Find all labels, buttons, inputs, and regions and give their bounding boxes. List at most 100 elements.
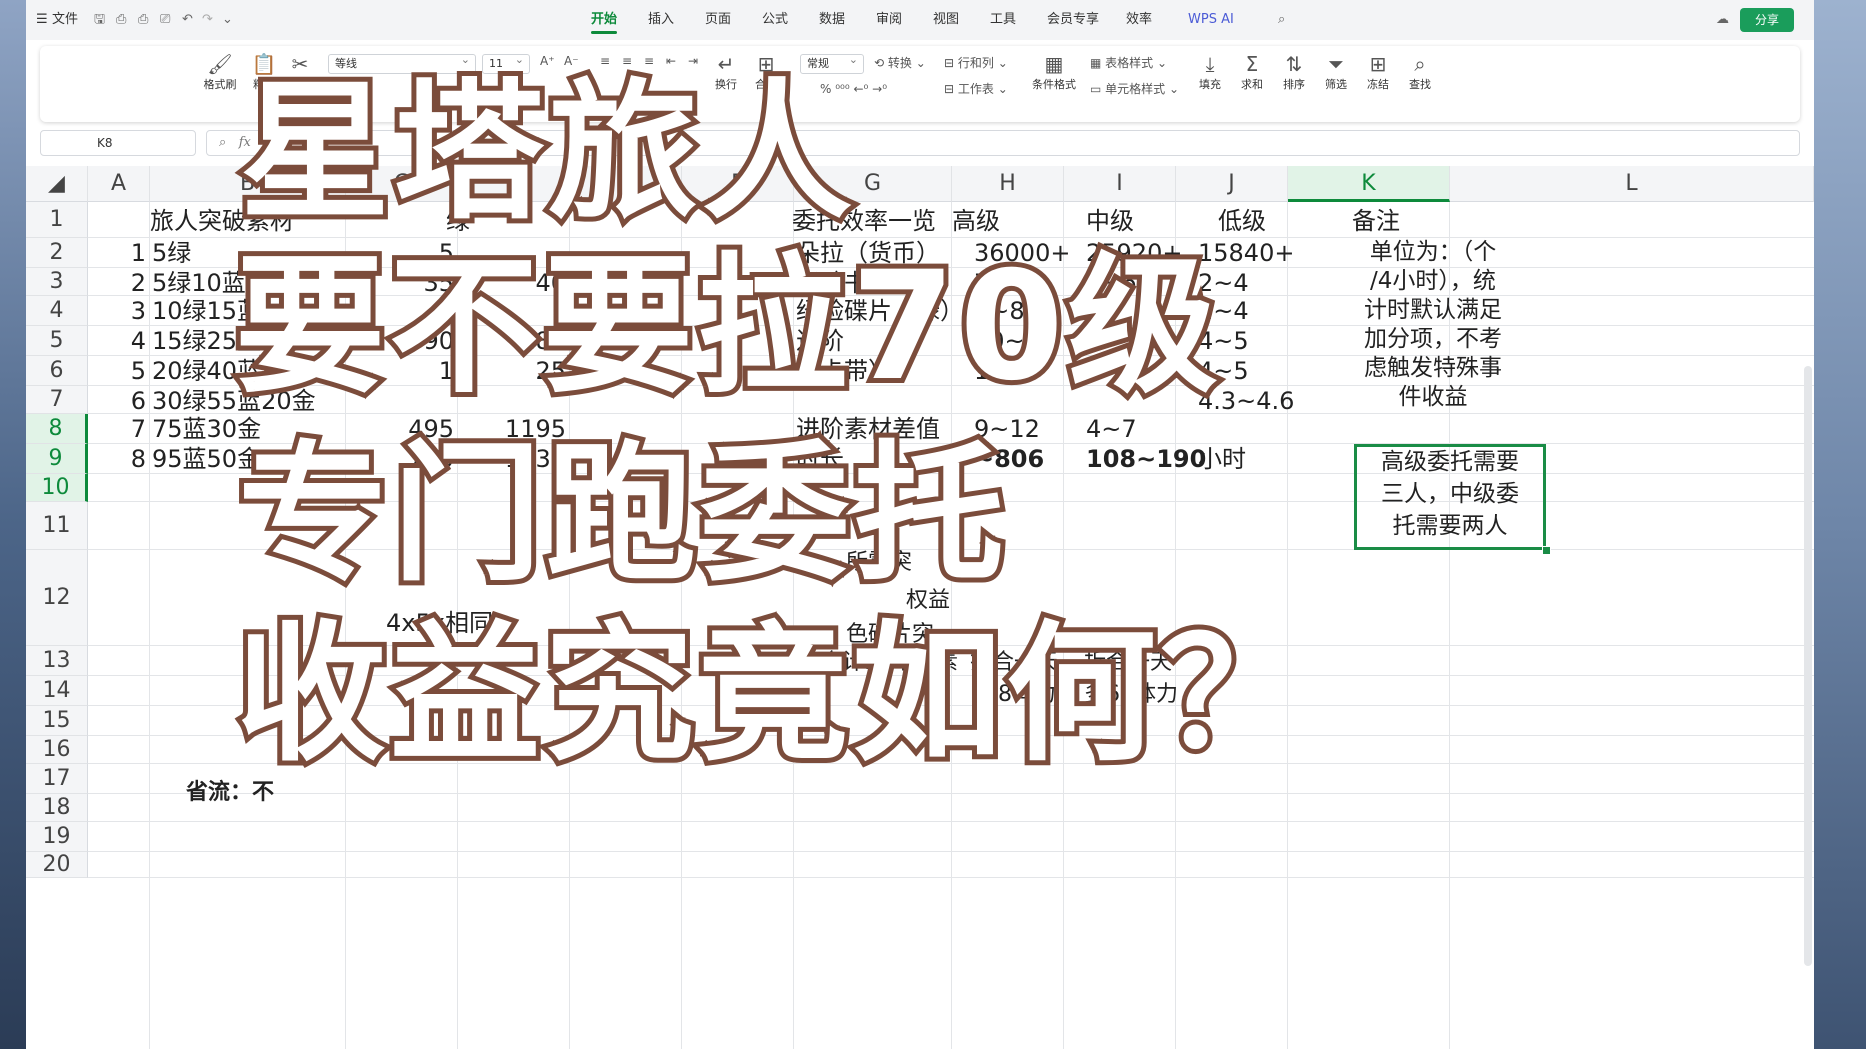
cell-j1[interactable]: 低级 [1218,204,1266,238]
font-grow-icon[interactable]: A⁺ [540,54,555,68]
undo-icon[interactable]: ↶ [182,0,193,40]
cell-b1[interactable]: 旅人突破素材 [150,204,294,238]
cell-d3[interactable]: 40 [458,266,566,300]
cell-b8[interactable]: 75蓝30金 [152,412,261,446]
row-header-14[interactable]: 14 [26,676,88,706]
print-icon[interactable]: ⎙ [138,0,148,40]
cell-a8[interactable]: 7 [88,412,146,446]
cell-d5[interactable]: 185 [458,324,566,358]
cell-j9[interactable]: 小时 [1198,442,1246,476]
cell-i12b[interactable]: 多60体力 [1084,678,1178,712]
wrap-button[interactable]: ↵ 换行 [708,52,744,92]
cell-i3[interactable]: 4~6 [1086,266,1137,300]
tab-formula[interactable]: 公式 [762,0,788,40]
cell-i8[interactable]: 4~7 [1086,412,1137,446]
cell-b13[interactable]: 省流：不 [186,776,274,810]
cell-k1[interactable]: 备注 [1352,204,1400,238]
col-header-k[interactable]: K [1288,166,1450,202]
cell-h4[interactable]: 7~8 [974,294,1025,328]
row-header-18[interactable]: 18 [26,794,88,822]
sheet-grid[interactable]: ◢ ABCDEFGHIJKL 1 2 3 4 5 6 7 8 9 10 11 12 13 14 15 16 17… [26,166,1814,1049]
row-header-9[interactable]: 9 [26,444,88,474]
cell-g12d[interactable]: 破合计32个绿素 [798,646,958,680]
cut-button[interactable]: ✂ [288,52,312,76]
cell-c8[interactable]: 495 [346,412,454,446]
tab-tools[interactable]: 工具 [990,0,1016,40]
menu-file[interactable]: 文件 [52,0,78,40]
convert-button[interactable]: ⟲ 转换 ⌄ [874,54,926,71]
cell-d9[interactable]: 1930 [458,442,566,476]
cell-j7[interactable]: 4.3~4.6 [1198,384,1294,418]
cell-c9[interactable]: 735 [346,442,454,476]
tab-wps-ai[interactable]: WPS AI [1188,0,1234,40]
cell-j6[interactable]: 4~5 [1198,354,1249,388]
cell-g6[interactable]: （卡带） [796,354,892,388]
cell-g9[interactable]: 时长 [796,442,844,476]
merge-button[interactable]: ⊞ 合并 [746,52,786,92]
cell-g8[interactable]: 进阶素材差值 [796,412,940,446]
col-header-g[interactable]: G [794,166,952,202]
row-header-15[interactable]: 15 [26,706,88,736]
col-header-i[interactable]: I [1064,166,1176,202]
col-header-b[interactable]: B [150,166,346,202]
cond-format-button[interactable]: ▦ 条件格式 [1026,52,1082,92]
font-size-select[interactable]: 11 [482,51,530,74]
cell-i2[interactable]: 25920+ [1086,236,1182,270]
cell-style-button[interactable]: ▭ 单元格样式 ⌄ [1090,80,1179,97]
cell-b4[interactable]: 10绿15蓝 [152,294,261,328]
formula-input[interactable]: ⌕ fx 高 [206,130,1800,156]
percent-icon[interactable]: % ⁰⁰⁰ ←⁰ →⁰ [820,82,887,96]
col-header-h[interactable]: H [952,166,1064,202]
cell-d8[interactable]: 1195 [458,412,566,446]
cell-j2[interactable]: 15840+ [1198,236,1294,270]
sum-button[interactable]: Σ 求和 [1234,52,1270,92]
tab-page[interactable]: 页面 [705,0,731,40]
cell-b2[interactable]: 5绿 [152,236,191,270]
cell-h6[interactable]: 12~ [974,354,1025,388]
row-header-17[interactable]: 17 [26,764,88,794]
zoom-icon[interactable]: ⌕ [219,135,226,150]
cell-i9[interactable]: 108~190 [1086,442,1206,476]
cell-j5[interactable]: 4~5 [1198,324,1249,358]
tab-view[interactable]: 视图 [933,0,959,40]
paste-button[interactable]: 📋 粘贴 [246,52,282,92]
cell-a9[interactable]: 8 [88,442,146,476]
vertical-scrollbar[interactable] [1804,366,1812,966]
cell-b6[interactable]: 20绿40蓝 [152,354,261,388]
cell-k8-note[interactable]: 高级委托需要 三人，中级委 托需要两人 [1360,446,1540,542]
cell-g5[interactable]: 进阶 [796,324,844,358]
cell-h1[interactable]: 高级 [952,204,1000,238]
row-header-13[interactable]: 13 [26,646,88,676]
row-header-2[interactable]: 2 [26,238,88,268]
save-icon[interactable]: 🖫 [94,0,105,40]
row-header-11[interactable]: 11 [26,502,88,550]
cell-c6[interactable]: 1 [346,354,454,388]
tab-efficiency[interactable]: 效率 [1126,0,1152,40]
indent-increase-icon[interactable]: ⇥ [688,54,698,68]
row-header-3[interactable]: 3 [26,268,88,296]
col-header-l[interactable]: L [1450,166,1814,202]
tab-review[interactable]: 审阅 [876,0,902,40]
hamburger-icon[interactable]: ☰ [36,0,48,40]
cell-g4[interactable]: 经验碟片（绿） [796,294,964,328]
cell-g2[interactable]: 朵拉（货币） [796,236,940,270]
redo-icon[interactable]: ↷ [202,0,213,40]
align-bottom-icon[interactable]: ≡ [644,54,654,68]
indent-decrease-icon[interactable]: ⇤ [666,54,676,68]
tab-member[interactable]: 会员专享 [1047,0,1099,40]
number-format-select[interactable]: 常规 [800,51,864,74]
cell-g1[interactable]: 委托效率一览 [792,204,936,238]
fill-button[interactable]: ⤓ 填充 [1192,52,1228,92]
row-header-7[interactable]: 7 [26,386,88,414]
cell-i12a[interactable]: 折合一天 [1084,646,1172,680]
cell-a6[interactable]: 5 [88,354,146,388]
font-name-select[interactable]: 等线 [328,51,476,74]
row-header-20[interactable]: 20 [26,852,88,878]
cell-g12e[interactable]: 材 [866,678,888,712]
cell-a5[interactable]: 4 [88,324,146,358]
filter-button[interactable]: ⏷ 筛选 [1318,52,1354,92]
col-header-j[interactable]: J [1176,166,1288,202]
cell-i1[interactable]: 中级 [1086,204,1134,238]
cell-c1[interactable]: 绿 [446,204,470,238]
row-header-6[interactable]: 6 [26,356,88,386]
